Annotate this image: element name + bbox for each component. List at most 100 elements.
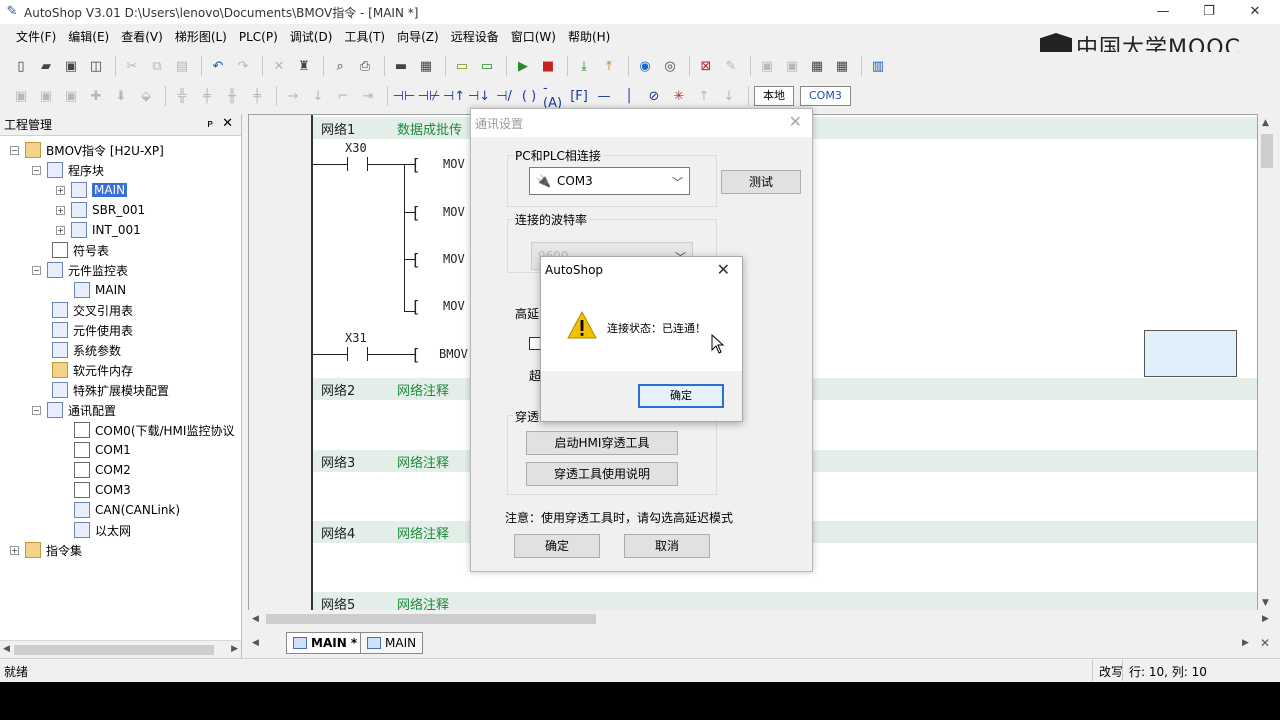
menu-tools[interactable]: 工具(T)	[338, 26, 391, 48]
horizontal-branch-icon[interactable]: ╫	[221, 85, 243, 107]
dialog-close-icon[interactable]: ✕	[789, 112, 802, 131]
tree-item-com2[interactable]: COM2	[74, 460, 131, 480]
scrollbar-thumb[interactable]	[14, 645, 214, 655]
insert-down-icon[interactable]: ⬇	[110, 85, 132, 107]
collapse-icon[interactable]: −	[32, 165, 41, 175]
contact-symbol[interactable]	[347, 157, 348, 171]
delete-hline-icon[interactable]: ⊘	[643, 85, 665, 107]
element-icon[interactable]: ▣	[756, 55, 778, 77]
contact-symbol[interactable]	[347, 347, 348, 361]
minimize-button[interactable]: —	[1140, 0, 1186, 24]
run-icon[interactable]: ▶	[512, 55, 534, 77]
tab-main-monitor[interactable]: MAIN	[360, 632, 424, 654]
instruction-bmov[interactable]: BMOV	[439, 347, 468, 361]
save-icon[interactable]: ▣	[60, 55, 82, 77]
alert-close-icon[interactable]: ✕	[717, 260, 730, 279]
new-file-icon[interactable]: ▯	[10, 55, 32, 77]
tab-close-icon[interactable]: ✕	[1260, 636, 1270, 650]
line-corner-icon[interactable]: ⌐	[332, 85, 354, 107]
tab-scroll-right-icon[interactable]: ▶	[1242, 638, 1249, 648]
collapse-icon[interactable]: −	[32, 405, 41, 415]
menu-file[interactable]: 文件(F)	[10, 26, 62, 48]
alert-ok-button[interactable]: 确定	[638, 384, 724, 408]
insert-branch-icon[interactable]: ⬙	[135, 85, 157, 107]
find-icon[interactable]: ♜	[293, 55, 315, 77]
element-table-icon[interactable]: ▣	[781, 55, 803, 77]
compile-icon[interactable]: ▭	[451, 55, 473, 77]
set-coil-icon[interactable]: -(A)	[543, 81, 565, 111]
expand-icon[interactable]: +	[56, 225, 65, 235]
horizontal-line-icon[interactable]: —	[593, 85, 615, 107]
compile-all-icon[interactable]: ▭	[476, 55, 498, 77]
line-right-icon[interactable]: →	[282, 85, 304, 107]
menu-help[interactable]: 帮助(H)	[562, 26, 616, 48]
collapse-icon[interactable]: −	[32, 265, 41, 275]
port-select[interactable]: 🔌 COM3 ﹀	[529, 167, 690, 195]
instruction-mov[interactable]: MOV	[443, 205, 465, 219]
paste-icon[interactable]: ▤	[171, 55, 193, 77]
tree-item-symbol-table[interactable]: 符号表	[52, 240, 109, 260]
copy-icon[interactable]: ⧉	[146, 55, 168, 77]
tree-item-program-blocks[interactable]: − 程序块	[32, 160, 104, 180]
menu-wizard[interactable]: 向导(Z)	[391, 26, 445, 48]
menu-window[interactable]: 窗口(W)	[505, 26, 562, 48]
start-hmi-button[interactable]: 启动HMI穿透工具	[526, 431, 678, 455]
coil-icon[interactable]: ( )	[518, 85, 540, 107]
delete-branch-icon[interactable]: ╪	[246, 85, 268, 107]
rising-contact-icon[interactable]: ⊣↑	[443, 85, 465, 107]
tree-item-sbr001[interactable]: + SBR_001	[56, 200, 145, 220]
menu-remote-device[interactable]: 远程设备	[445, 26, 505, 48]
falling-contact-icon[interactable]: ⊣↓	[468, 85, 490, 107]
tree-item-com3[interactable]: COM3	[74, 480, 131, 500]
project-panel-scrollbar[interactable]: ◀ ▶	[0, 640, 241, 658]
open-folder-icon[interactable]: ▰	[35, 55, 57, 77]
scroll-right-icon[interactable]: ▶	[231, 644, 238, 654]
nc-contact-icon[interactable]: ⊣⊬	[418, 85, 441, 107]
scroll-left-icon[interactable]: ◀	[3, 644, 10, 654]
monitor-icon[interactable]: ◉	[634, 55, 656, 77]
tab-scroll-left-icon[interactable]: ◀	[252, 638, 259, 648]
network-comment[interactable]: 网络注释	[397, 523, 449, 542]
redo-icon[interactable]: ↷	[232, 55, 254, 77]
down-arrow-icon[interactable]: ↓	[718, 85, 740, 107]
window-split-icon[interactable]: ▦	[415, 55, 437, 77]
vertical-bar-icon[interactable]: │	[618, 85, 640, 107]
editor-vertical-scrollbar[interactable]: ▲ ▼	[1258, 114, 1276, 614]
vertical-line-icon[interactable]: ╬	[171, 85, 193, 107]
sfc-mode-icon[interactable]: ▣	[60, 85, 82, 107]
network-comment[interactable]: 网络注释	[397, 452, 449, 471]
element-usage-icon[interactable]: ▦	[831, 55, 853, 77]
com-port-button[interactable]: COM3	[800, 86, 851, 106]
cut-icon[interactable]: ✂	[121, 55, 143, 77]
instruction-mov[interactable]: MOV	[443, 252, 465, 266]
tree-item-element-usage[interactable]: 元件使用表	[52, 320, 133, 340]
stop-icon[interactable]: ■	[537, 55, 559, 77]
floating-panel[interactable]	[1144, 330, 1237, 377]
list-mode-icon[interactable]: ▣	[35, 85, 57, 107]
menu-plc[interactable]: PLC(P)	[233, 26, 284, 48]
expand-icon[interactable]: +	[10, 545, 19, 555]
expand-icon[interactable]: +	[56, 205, 65, 215]
invert-icon[interactable]: ⊣/	[493, 85, 515, 107]
chart-icon[interactable]: ▥	[867, 55, 889, 77]
edit-comment-icon[interactable]: ✎	[720, 55, 742, 77]
monitor-stop-icon[interactable]: ◎	[659, 55, 681, 77]
upload-icon[interactable]: ⤒	[598, 55, 620, 77]
scroll-left-icon[interactable]: ◀	[252, 614, 259, 624]
scrollbar-thumb[interactable]	[1261, 134, 1273, 168]
scroll-down-icon[interactable]: ▼	[1262, 598, 1269, 608]
tab-main-edit[interactable]: MAIN *	[286, 632, 365, 654]
menu-edit[interactable]: 编辑(E)	[62, 26, 115, 48]
scroll-right-icon[interactable]: ▶	[1262, 614, 1269, 624]
test-button[interactable]: 测试	[721, 170, 801, 194]
tree-item-main[interactable]: + MAIN	[56, 180, 128, 200]
print-icon[interactable]: ⎙	[354, 55, 376, 77]
tree-item-system-params[interactable]: 系统参数	[52, 340, 121, 360]
collapse-icon[interactable]: −	[10, 145, 19, 155]
tree-item-com1[interactable]: COM1	[74, 440, 131, 460]
tree-item-instruction-set[interactable]: + 指令集	[10, 540, 82, 560]
delete-vertical-icon[interactable]: ╪	[196, 85, 218, 107]
line-down-icon[interactable]: ↓	[307, 85, 329, 107]
tree-item-monitor-main[interactable]: MAIN	[74, 280, 126, 300]
close-button[interactable]: ✕	[1232, 0, 1278, 24]
